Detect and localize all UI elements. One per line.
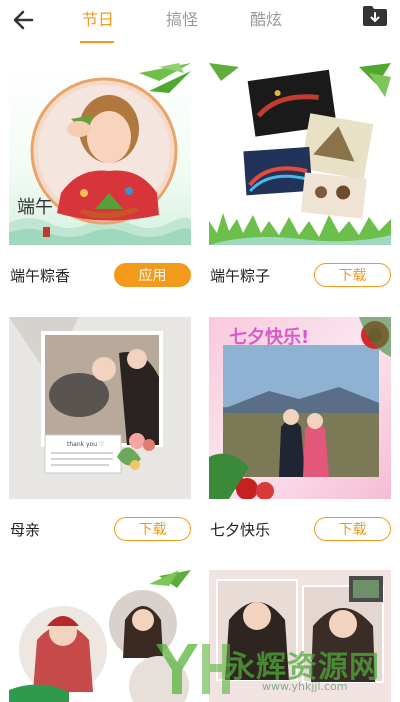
watermark-logo-icon: [156, 644, 230, 694]
template-title: 端午粽香: [10, 267, 71, 285]
download-button[interactable]: 下载: [314, 263, 391, 287]
thumbnail-art: thank you ♡: [9, 317, 191, 499]
watermark-url: www.yhkjjl.com: [262, 680, 348, 693]
template-card[interactable]: 端午粽子 下载: [209, 63, 391, 303]
back-arrow-icon[interactable]: [10, 6, 38, 34]
template-title: 母亲: [10, 521, 41, 539]
template-card[interactable]: 端午 端午粽香 应用: [9, 63, 191, 303]
template-thumbnail[interactable]: 七夕快乐!: [209, 317, 391, 499]
template-thumbnail[interactable]: thank you ♡: [9, 317, 191, 499]
thumbnail-caption: thank you ♡: [67, 441, 104, 448]
template-title: 端午粽子: [210, 267, 271, 285]
tab-cool[interactable]: 酷炫: [250, 6, 282, 30]
active-tab-indicator: [80, 41, 114, 43]
thumbnail-art: 七夕快乐!: [209, 317, 391, 499]
download-button[interactable]: 下载: [114, 517, 191, 541]
template-title: 七夕快乐: [210, 521, 271, 539]
tab-festival[interactable]: 节日: [82, 6, 114, 30]
apply-button[interactable]: 应用: [114, 263, 191, 287]
template-thumbnail[interactable]: 端午: [9, 63, 191, 245]
top-bar: 节日 搞怪 酷炫: [0, 0, 400, 48]
download-button[interactable]: 下载: [314, 517, 391, 541]
tab-funny[interactable]: 搞怪: [166, 6, 198, 30]
download-folder-icon[interactable]: [362, 4, 388, 28]
template-thumbnail[interactable]: [209, 63, 391, 245]
template-card[interactable]: thank you ♡ 母亲 下载: [9, 317, 191, 557]
thumbnail-art: 端午: [9, 63, 191, 245]
thumbnail-caption: 端午: [17, 197, 53, 218]
thumbnail-art: [209, 63, 391, 245]
thumbnail-caption: 七夕快乐!: [229, 326, 309, 348]
template-card[interactable]: 七夕快乐! 七夕快乐 下载: [209, 317, 391, 557]
